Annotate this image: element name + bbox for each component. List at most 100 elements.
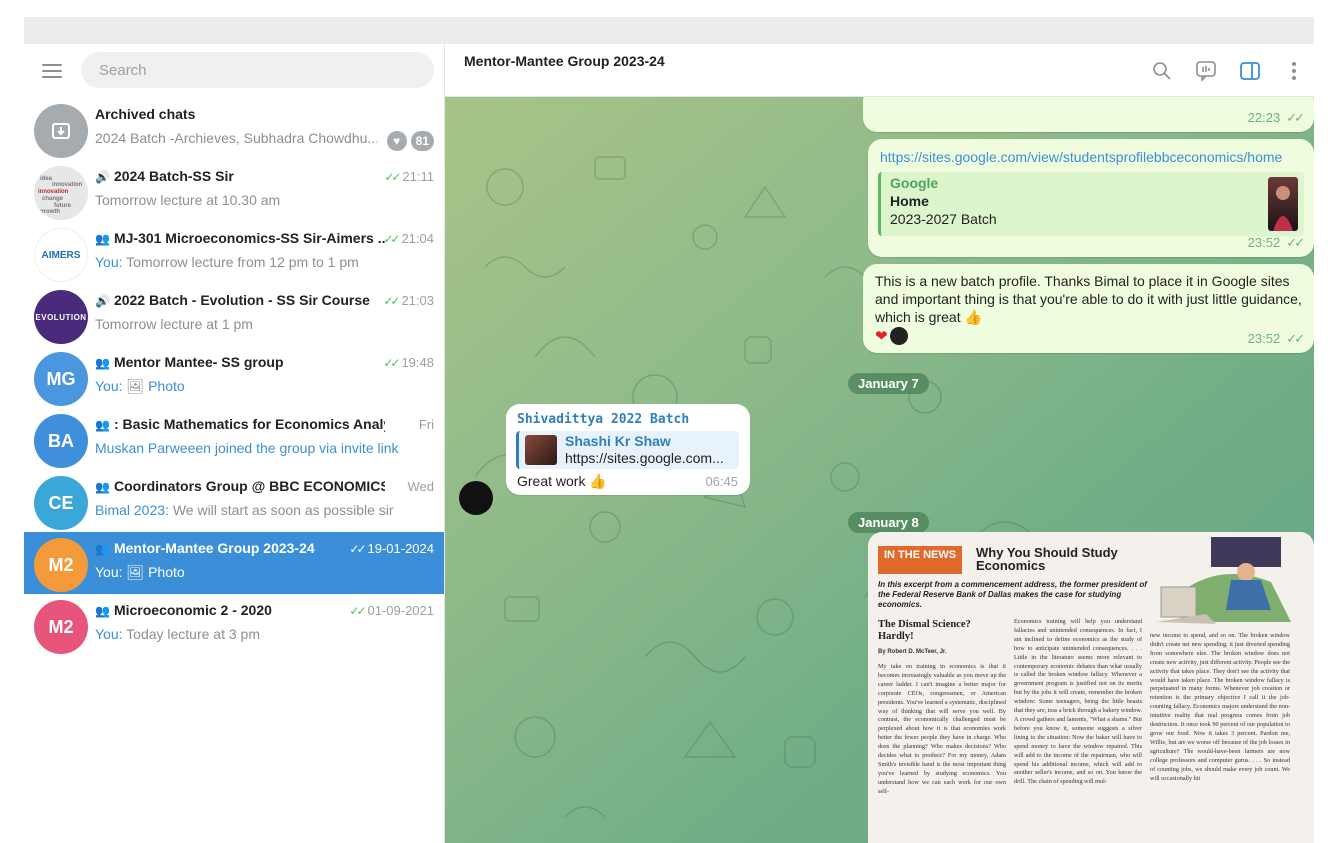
avatar: M2 <box>34 538 88 592</box>
message-text: This is a new batch profile. Thanks Bima… <box>875 273 1302 325</box>
double-check-icon: ✓✓ <box>1286 235 1305 250</box>
title-bar <box>24 17 1314 44</box>
double-check-icon: ✓✓ <box>383 294 400 308</box>
heart-reaction-icon[interactable]: ❤ <box>875 327 888 345</box>
chat-preview: Bimal 2023: We will start as soon as pos… <box>95 502 394 518</box>
date-separator: January 7 <box>848 373 929 394</box>
search-icon[interactable] <box>1150 59 1174 83</box>
megaphone-icon: 🔊 <box>95 294 110 308</box>
news-column-1: My take on training in economics is that… <box>878 663 1006 795</box>
voice-chat-icon[interactable] <box>1194 59 1218 83</box>
chat-title: 👥: Basic Mathematics for Economics Analy… <box>95 416 385 432</box>
avatar: EVOLUTION <box>34 290 88 344</box>
chat-header-title[interactable]: Mentor-Mantee Group 2023-24 <box>464 53 665 69</box>
chat-title: 👥 Microeconomic 2 - 2020 <box>95 602 272 618</box>
chat-title: 👥 MJ-301 Microeconomics-SS Sir-Aimers ... <box>95 230 385 246</box>
group-icon: 👥 <box>95 418 110 432</box>
chat-list: Archived chats 2024 Batch -Archieves, Su… <box>24 98 444 656</box>
link-preview-description: 2023-2027 Batch <box>890 211 997 227</box>
news-headline: Why You Should Study Economics <box>976 545 1118 573</box>
reply-preview[interactable]: Shashi Kr Shaw https://sites.google.com.… <box>516 431 739 469</box>
photo-message[interactable]: IN THE NEWS Why You Should Study Economi… <box>868 532 1314 843</box>
message-time: 22:23 ✓✓ <box>1247 110 1305 125</box>
reply-thumbnail <box>525 435 557 465</box>
chat-preview: You: 🖼 Photo <box>95 564 185 580</box>
news-column-3: new income to spend, and so on. The brok… <box>1150 632 1290 782</box>
chat-item-mentor-mantee-2023[interactable]: M2 👥 Mentor-Mantee Group 2023-24 ✓✓ 19-01-… <box>24 532 444 594</box>
link-preview-title: Home <box>890 193 929 209</box>
avatar: CE <box>34 476 88 530</box>
group-icon: 👥 <box>95 232 110 246</box>
avatar: idea innovation innovation change future grow… <box>34 166 88 220</box>
double-check-icon: ✓✓ <box>349 604 366 618</box>
chat-item-archived[interactable]: Archived chats 2024 Batch -Archieves, Su… <box>24 98 444 160</box>
search-input[interactable] <box>81 52 434 88</box>
link-preview-site: Google <box>890 175 939 191</box>
chat-preview: You: Tomorrow lecture from 12 pm to 1 pm <box>95 254 359 270</box>
svg-text:idea: idea <box>40 176 53 182</box>
double-check-icon: ✓✓ <box>1286 331 1305 346</box>
double-check-icon: ✓✓ <box>383 356 400 370</box>
date-separator: January 8 <box>848 512 929 533</box>
message-bubble-outgoing[interactable]: https://sites.google.com/view/studentspr… <box>868 139 1314 257</box>
heart-badge-icon: ♥ <box>386 131 407 151</box>
chat-preview: Tomorrow lecture at 1 pm <box>95 316 253 332</box>
reply-author: Shashi Kr Shaw <box>565 433 671 449</box>
reactor-avatar <box>889 327 908 345</box>
message-link[interactable]: https://sites.google.com/view/studentspr… <box>880 149 1282 165</box>
chat-time: ✓✓ 21:11 <box>384 169 434 184</box>
chat-title: 🔊 2022 Batch - Evolution - SS Sir Course <box>95 292 370 308</box>
svg-text:growth: growth <box>40 209 60 215</box>
chat-title: 🔊 2024 Batch-SS Sir <box>95 168 234 184</box>
chat-time: Wed <box>407 479 435 494</box>
message-bubble-incoming[interactable]: Shivadittya 2022 Batch Shashi Kr Shaw ht… <box>506 404 750 495</box>
chat-item-microeconomic-2[interactable]: M2 👥 Microeconomic 2 - 2020 ✓✓ 01-09-2021 … <box>24 594 444 656</box>
chat-time: ✓✓ 21:04 <box>383 231 434 246</box>
svg-text:innovation: innovation <box>52 182 83 188</box>
sidebar-header <box>24 44 444 98</box>
sidebar-toggle-icon[interactable] <box>1238 59 1262 83</box>
message-time: 23:52 ✓✓ <box>1247 331 1305 346</box>
link-preview-card[interactable]: Google Home 2023-2027 Batch <box>878 172 1304 236</box>
chat-time: Fri <box>418 417 434 432</box>
group-icon: 👥 <box>95 480 110 494</box>
double-check-icon: ✓✓ <box>384 170 401 184</box>
double-check-icon: ✓✓ <box>1286 110 1305 125</box>
avatar: AIMERS <box>34 228 88 282</box>
chat-title: 👥 Mentor Mantee- SS group <box>95 354 284 370</box>
message-sender-name[interactable]: Shivadittya 2022 Batch <box>517 412 689 427</box>
chat-time: ✓✓ 19-01-2024 <box>349 541 434 556</box>
telegram-window: Archived chats 2024 Batch -Archieves, Su… <box>24 17 1314 843</box>
chat-preview: 2024 Batch -Archieves, Subhadra Chowdhu.… <box>95 130 377 146</box>
svg-text:innovation: innovation <box>38 189 69 195</box>
chat-time: ✓✓ 19:48 <box>383 355 434 370</box>
reactions[interactable]: ❤ <box>875 327 908 345</box>
news-lead: In this excerpt from a commencement addr… <box>878 580 1147 609</box>
archive-icon <box>34 104 88 158</box>
chat-item-basic-math[interactable]: BA 👥: Basic Mathematics for Economics An… <box>24 408 444 470</box>
chat-item-mj301[interactable]: AIMERS 👥 MJ-301 Microeconomics-SS Sir-Aim… <box>24 222 444 284</box>
double-check-icon: ✓✓ <box>383 232 400 246</box>
chat-item-coordinators[interactable]: CE 👥 Coordinators Group @ BBC ECONOMICS W… <box>24 470 444 532</box>
group-icon: 👥 <box>95 542 110 556</box>
sidebar: Archived chats 2024 Batch -Archieves, Su… <box>24 44 445 843</box>
chat-title: 👥 Mentor-Mantee Group 2023-24 <box>95 540 315 556</box>
message-bubble-outgoing[interactable]: This is a new batch profile. Thanks Bima… <box>863 264 1314 353</box>
chat-time: ✓✓ 01-09-2021 <box>349 603 434 618</box>
message-text: Great work 👍 <box>517 473 607 489</box>
avatar: MG <box>34 352 88 406</box>
news-tag: IN THE NEWS <box>878 546 963 574</box>
chat-preview: You: 🖼 Photo <box>95 378 185 394</box>
chat-preview: You: Today lecture at 3 pm <box>95 626 260 642</box>
chat-item-2024-batch[interactable]: idea innovation innovation change future grow… <box>24 160 444 222</box>
more-options-icon[interactable] <box>1282 59 1306 83</box>
reply-text: https://sites.google.com... <box>565 450 724 466</box>
sender-avatar[interactable] <box>459 481 493 515</box>
chat-header: Mentor-Mantee Group 2023-24 <box>445 44 1314 97</box>
chat-item-mentor-mantee-ss[interactable]: MG 👥 Mentor Mantee- SS group ✓✓ 19:48 You:… <box>24 346 444 408</box>
chat-preview: Muskan Parweeen joined the group via inv… <box>95 440 399 456</box>
news-illustration <box>1151 532 1314 630</box>
chat-item-2022-batch[interactable]: EVOLUTION 🔊 2022 Batch - Evolution - SS S… <box>24 284 444 346</box>
news-column-2: Economics training will help you underst… <box>1014 618 1142 786</box>
hamburger-menu-icon[interactable] <box>42 64 62 80</box>
